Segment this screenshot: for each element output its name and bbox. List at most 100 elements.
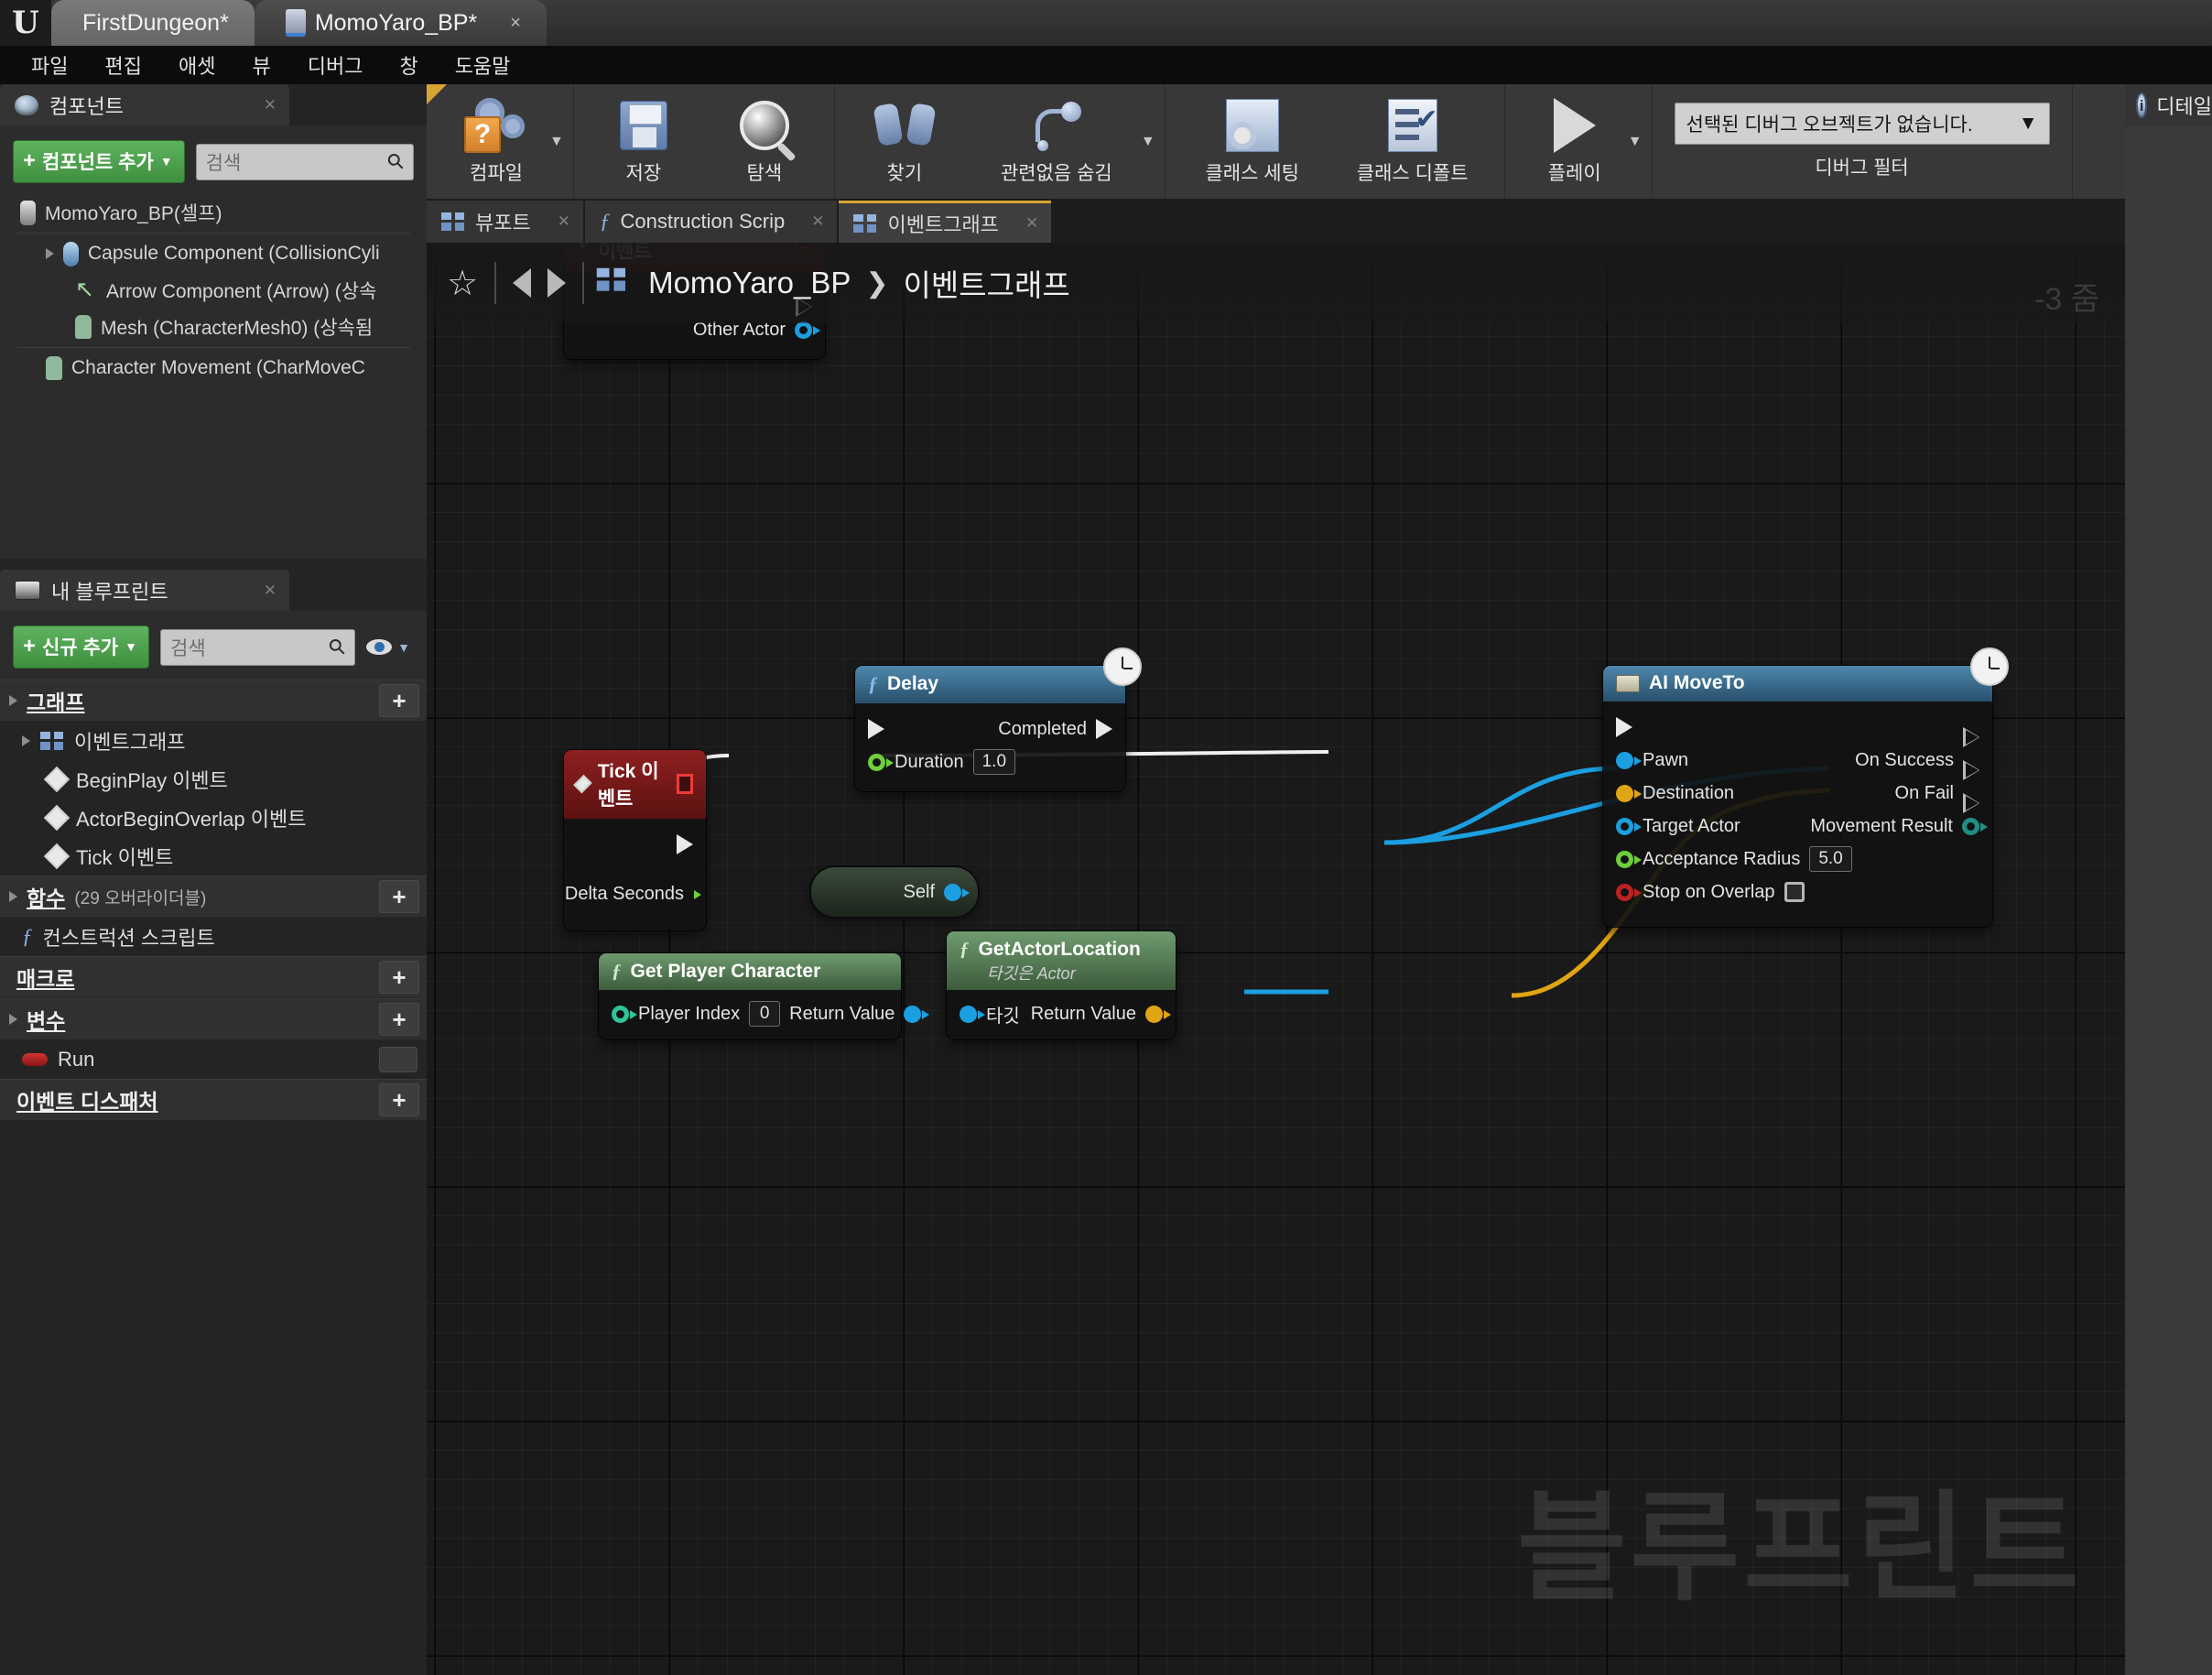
list-item-actorbeginoverlap[interactable]: ActorBeginOverlap 이벤트 (0, 799, 427, 837)
add-dispatcher-button[interactable]: + (379, 1083, 419, 1116)
close-icon[interactable]: ✕ (811, 212, 824, 231)
exec-output-pin[interactable] (796, 287, 812, 317)
list-item-variable-run[interactable]: Run (0, 1040, 427, 1079)
add-new-button[interactable]: + 신규 추가 ▼ (13, 625, 149, 669)
menu-item-edit[interactable]: 편집 (90, 47, 156, 83)
pin-row[interactable]: Duration 1.0 (855, 745, 1125, 778)
add-macro-button[interactable]: + (379, 961, 419, 994)
node-ai-moveto[interactable]: AI MoveTo Pawn On Success Destination On… (1603, 647, 2009, 927)
pin-row[interactable] (564, 828, 706, 861)
exec-input-pin[interactable] (868, 719, 884, 739)
section-functions[interactable]: 함수 (29 오버라이더블) + (0, 876, 427, 918)
compile-dropdown-icon[interactable]: ▼ (549, 134, 564, 150)
tab-event-graph[interactable]: 이벤트그래프 ✕ (839, 201, 1052, 243)
component-row-mesh[interactable]: Mesh (CharacterMesh0) (상속됨 (9, 309, 417, 345)
browse-button[interactable]: 탐색 (704, 84, 825, 199)
pin-row[interactable] (1603, 711, 1992, 747)
pin-row[interactable]: Acceptance Radius 5.0 (1603, 843, 1992, 876)
menu-item-asset[interactable]: 애셋 (164, 47, 230, 83)
pin-row[interactable]: Destination On Fail (1603, 777, 1992, 813)
close-icon[interactable]: ✕ (1025, 214, 1038, 233)
menu-item-debug[interactable]: 디버그 (293, 47, 378, 83)
pawn-input-pin[interactable] (1616, 751, 1642, 769)
exec-output-pin[interactable] (1963, 717, 1979, 747)
pin-row[interactable]: Target Actor Movement Result (1603, 810, 1992, 843)
expander-icon[interactable] (22, 735, 30, 746)
menu-item-view[interactable]: 뷰 (237, 47, 285, 83)
event-toggle-icon[interactable] (677, 774, 693, 794)
pin-row[interactable]: Completed (855, 712, 1125, 745)
add-component-button[interactable]: + 컴포넌트 추가 ▼ (13, 140, 185, 183)
node-delay[interactable]: ƒ Delay Completed Duration 1.0 (855, 647, 1142, 791)
object-output-pin[interactable] (795, 321, 820, 339)
exec-output-pin[interactable] (677, 834, 693, 854)
object-output-pin[interactable] (904, 1005, 930, 1023)
class-defaults-button[interactable]: 클래스 디폴트 (1330, 84, 1495, 199)
add-function-button[interactable]: + (379, 880, 419, 913)
expander-icon[interactable] (9, 695, 17, 706)
hide-unrelated-button[interactable]: 관련없음 숨김 (965, 84, 1148, 199)
exec-output-pin[interactable] (1096, 719, 1112, 739)
close-icon[interactable]: ✕ (264, 96, 276, 114)
find-button[interactable]: 찾기 (844, 84, 965, 199)
tab-viewport[interactable]: 뷰포트 ✕ (427, 201, 583, 243)
on-success-output-pin[interactable] (1963, 750, 1979, 780)
target-actor-input-pin[interactable] (1616, 818, 1642, 835)
destination-input-pin[interactable] (1616, 784, 1642, 802)
back-arrow-icon[interactable] (513, 268, 532, 298)
event-toggle-icon[interactable] (795, 243, 813, 249)
component-row-arrow[interactable]: ↖ Arrow Component (Arrow) (상속 (9, 272, 417, 309)
blueprint-canvas[interactable]: ActorBeginOverlap 이벤트 Other Actor (427, 243, 2125, 1675)
compile-button[interactable]: ? 컴파일 (436, 84, 557, 199)
hide-unrelated-dropdown-icon[interactable]: ▼ (1141, 134, 1155, 150)
self-output-pin[interactable] (944, 883, 970, 901)
pin-row[interactable]: Pawn On Success (1603, 744, 1992, 780)
expander-icon[interactable] (9, 1014, 17, 1025)
list-item-eventgraph[interactable]: 이벤트그래프 (0, 722, 427, 760)
visibility-toggle-icon[interactable] (379, 1047, 417, 1072)
float-input-pin[interactable] (868, 754, 894, 771)
section-macros[interactable]: 매크로 + (0, 956, 427, 998)
components-panel-tab[interactable]: 컴포넌트 ✕ (0, 84, 289, 125)
stop-on-overlap-input-pin[interactable] (1616, 884, 1642, 901)
list-item-construction-script[interactable]: ƒ 컨스트럭션 스크립트 (0, 918, 427, 956)
node-actor-begin-overlap[interactable]: ActorBeginOverlap 이벤트 Other Actor (564, 243, 825, 359)
pin-row[interactable]: Player Index 0 Return Value (599, 997, 930, 1030)
menu-item-window[interactable]: 창 (385, 47, 432, 83)
node-get-player-character[interactable]: ƒ Get Player Character Player Index 0 Re… (599, 953, 930, 1039)
pin-row[interactable] (564, 280, 825, 317)
close-icon[interactable]: ✕ (264, 582, 276, 600)
class-settings-button[interactable]: 클래스 세팅 (1175, 84, 1330, 199)
window-tab-momoyaro[interactable]: MomoYaro_BP* × (254, 0, 547, 46)
play-button[interactable]: 플레이 (1514, 84, 1635, 199)
section-variables[interactable]: 변수 + (0, 998, 427, 1040)
acceptance-radius-input[interactable]: 5.0 (1809, 846, 1852, 872)
target-input-pin[interactable] (960, 1005, 985, 1023)
details-panel-tab[interactable]: i 디테일 (2125, 84, 2212, 126)
debug-object-select[interactable]: 선택된 디버그 오브젝트가 없습니다. ▼ (1674, 103, 2050, 145)
acceptance-radius-input-pin[interactable] (1616, 851, 1642, 868)
player-index-input[interactable]: 0 (749, 1001, 781, 1027)
node-tick-event[interactable]: Tick 이벤트 Delta Seconds (564, 750, 706, 930)
close-icon[interactable]: × (510, 13, 521, 34)
visibility-options-button[interactable]: ▼ (366, 639, 414, 655)
vector-output-pin[interactable] (1145, 1005, 1171, 1023)
play-dropdown-icon[interactable]: ▼ (1628, 134, 1643, 150)
myblueprint-panel-tab[interactable]: 내 블루프린트 ✕ (0, 570, 289, 611)
list-item-beginplay[interactable]: BeginPlay 이벤트 (0, 760, 427, 799)
expander-icon[interactable] (46, 248, 54, 259)
int-input-pin[interactable] (612, 1006, 637, 1023)
breadcrumb-leaf[interactable]: 이벤트그래프 (904, 261, 1070, 305)
movement-result-output-pin[interactable] (1962, 818, 1988, 835)
window-tab-firstdungeon[interactable]: FirstDungeon* (51, 0, 255, 46)
pin-row[interactable]: Stop on Overlap (1603, 876, 1992, 908)
on-fail-output-pin[interactable] (1963, 783, 1979, 813)
section-event-dispatchers[interactable]: 이벤트 디스패처 + (0, 1079, 427, 1121)
menu-item-file[interactable]: 파일 (16, 47, 82, 83)
exec-input-pin[interactable] (1616, 717, 1632, 737)
pin-row[interactable]: 타깃 Return Value (947, 997, 1176, 1030)
close-icon[interactable]: ✕ (558, 212, 570, 231)
tab-construction-script[interactable]: ƒ Construction Scrip ✕ (584, 201, 838, 243)
component-row-charactermovement[interactable]: Character Movement (CharMoveC (9, 350, 417, 386)
section-graphs[interactable]: 그래프 + (0, 680, 427, 722)
